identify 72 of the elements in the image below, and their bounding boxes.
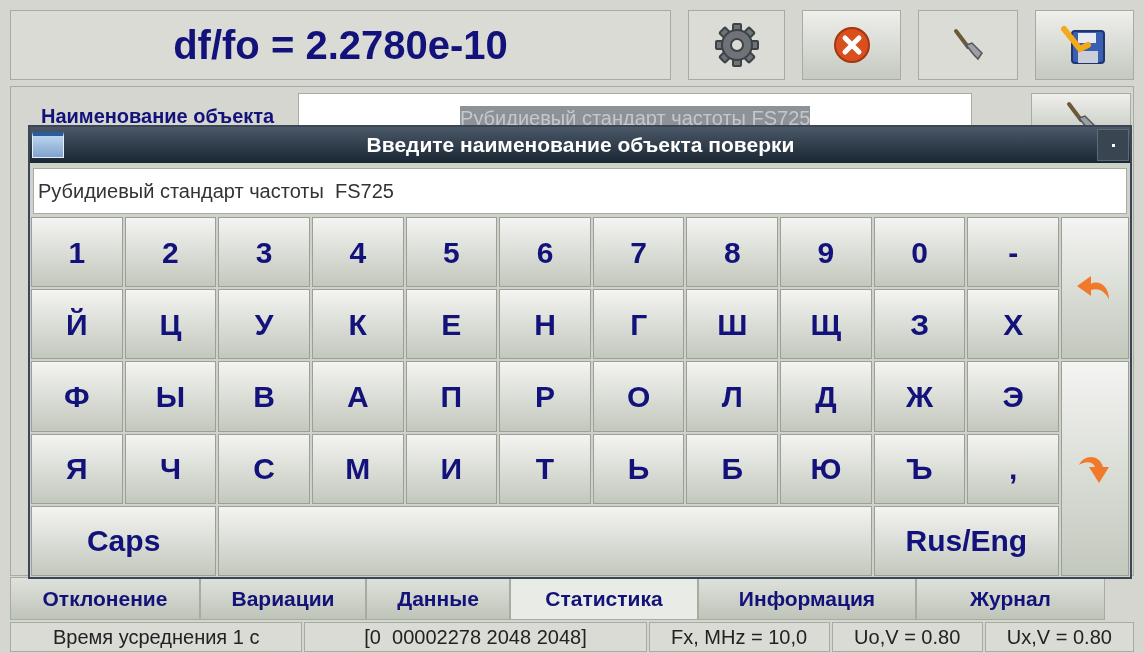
language-key[interactable]: Rus/Eng (873, 505, 1059, 576)
keyboard-key[interactable]: 6 (499, 217, 591, 288)
close-icon (831, 25, 872, 65)
keyboard-key[interactable]: 3 (218, 217, 310, 288)
dialog-title: Введите наименование объекта поверки (365, 132, 796, 159)
keyboard-key[interactable]: Ж (873, 361, 966, 432)
keyboard-key[interactable]: - (967, 217, 1059, 288)
keyboard-key[interactable]: Е (405, 289, 498, 360)
backspace-key[interactable] (1061, 217, 1129, 360)
keyboard-key[interactable]: Ш (686, 289, 779, 360)
close-button[interactable] (802, 10, 902, 80)
keyboard-key[interactable]: 1 (31, 217, 123, 288)
dialog-input-field[interactable]: Рубидиевый стандарт частоты FS725 (33, 168, 1127, 214)
keyboard-key[interactable]: Ф (31, 361, 123, 432)
keyboard-key[interactable]: Ъ (873, 433, 966, 504)
keyboard-key[interactable]: С (218, 433, 310, 504)
tab[interactable]: Информация (698, 577, 916, 620)
keyboard-key[interactable]: Х (967, 289, 1059, 360)
keyboard-key[interactable]: Д (780, 361, 872, 432)
tab[interactable]: Журнал (916, 577, 1105, 620)
keyboard-key[interactable]: Я (31, 433, 123, 504)
status-field: Время усреднения 1 с (10, 622, 303, 652)
status-field: [0 00002278 2048 2048] (304, 622, 647, 652)
keyboard-key[interactable]: Э (967, 361, 1059, 432)
keyboard-key[interactable]: Щ (780, 289, 872, 360)
keyboard-key[interactable]: Л (686, 361, 779, 432)
keyboard-key[interactable]: У (218, 289, 310, 360)
tab[interactable]: Данные (366, 577, 510, 620)
keyboard-key[interactable]: Ц (124, 289, 217, 360)
keyboard-key[interactable]: Й (31, 289, 123, 360)
keyboard-key[interactable]: В (218, 361, 310, 432)
keyboard-key[interactable]: 7 (592, 217, 685, 288)
keyboard-key[interactable]: Т (499, 433, 591, 504)
gear-icon (712, 21, 761, 69)
window-icon (32, 132, 64, 158)
keyboard-key[interactable]: И (405, 433, 498, 504)
enter-key[interactable] (1061, 361, 1129, 576)
keyboard-key[interactable]: 2 (124, 217, 217, 288)
keyboard-key[interactable]: 4 (311, 217, 404, 288)
keyboard-key[interactable]: Б (686, 433, 779, 504)
keyboard-key[interactable]: Ь (592, 433, 685, 504)
clear-button[interactable] (918, 10, 1018, 80)
status-field: Ux,V = 0.80 (984, 622, 1134, 652)
keyboard-key[interactable]: 9 (780, 217, 872, 288)
keyboard-key[interactable]: М (311, 433, 404, 504)
keyboard-key[interactable]: Ю (780, 433, 872, 504)
dialog-close-button[interactable] (1097, 129, 1129, 161)
tab[interactable]: Вариации (200, 577, 366, 620)
keyboard-key[interactable]: 0 (873, 217, 966, 288)
save-button[interactable] (1034, 10, 1134, 80)
keyboard-key[interactable]: А (311, 361, 404, 432)
keyboard-key[interactable]: 5 (405, 217, 498, 288)
readout-display: df/fo = 2.2780e-10 (10, 10, 671, 80)
settings-button[interactable] (687, 10, 786, 80)
tab[interactable]: Отклонение (10, 577, 200, 620)
tab[interactable]: Статистика (510, 577, 698, 620)
keyboard-key[interactable]: П (405, 361, 498, 432)
keyboard-key[interactable]: 8 (686, 217, 779, 288)
space-key[interactable] (218, 505, 872, 576)
keyboard-key[interactable]: Н (499, 289, 591, 360)
status-field: Uo,V = 0.80 (831, 622, 983, 652)
keyboard-key[interactable]: Ч (124, 433, 217, 504)
keyboard-key[interactable]: , (967, 433, 1059, 504)
object-label: Наименование объекта (41, 104, 275, 129)
keyboard-key[interactable]: К (311, 289, 404, 360)
keyboard-key[interactable]: Р (499, 361, 591, 432)
keyboard-key[interactable]: Ы (124, 361, 217, 432)
keyboard-key[interactable]: З (873, 289, 966, 360)
status-field: Fx, MHz = 10,0 (648, 622, 830, 652)
keyboard-key[interactable]: О (592, 361, 685, 432)
keyboard-key[interactable]: Г (592, 289, 685, 360)
caps-key[interactable]: Caps (31, 505, 217, 576)
